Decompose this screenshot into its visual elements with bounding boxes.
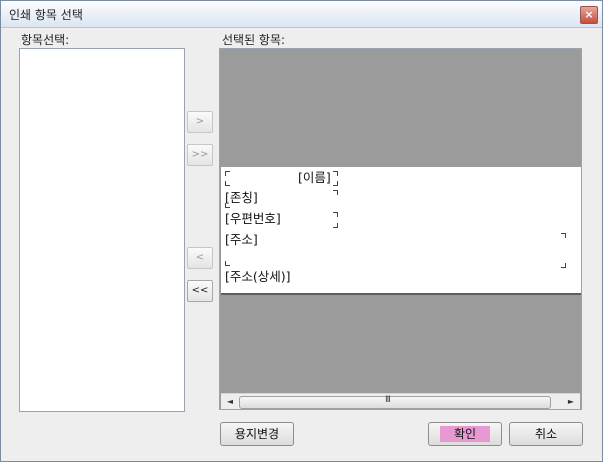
field-corner [225, 171, 230, 176]
print-item-select-dialog: 인쇄 항목 선택 × 항목선택: 선택된 항목: > >> < << [이름] … [0, 0, 603, 462]
window-title: 인쇄 항목 선택 [9, 8, 83, 22]
field-corner [225, 181, 230, 186]
ok-button-label: 확인 [439, 426, 491, 442]
change-paper-button[interactable]: 용지변경 [220, 422, 294, 446]
field-zip[interactable]: [우편번호] [225, 208, 281, 227]
remove-all-items-button[interactable]: << [187, 280, 213, 302]
horizontal-scrollbar[interactable]: ◄ III ► [221, 393, 580, 409]
field-name[interactable]: [이름] [298, 167, 331, 186]
selected-items-preview[interactable]: [이름] [존칭] [우편번호] [주소] [주소(상세)] ◄ III ► [219, 48, 582, 410]
available-items-label: 항목선택: [21, 33, 70, 47]
scroll-thumb[interactable]: III [239, 395, 551, 409]
add-all-items-button[interactable]: >> [187, 144, 213, 166]
remove-item-button[interactable]: < [187, 247, 213, 269]
field-address[interactable]: [주소] [225, 229, 258, 248]
field-corner [561, 263, 566, 268]
title-bar: 인쇄 항목 선택 × [1, 1, 602, 28]
field-corner [333, 212, 338, 217]
field-corner [333, 223, 338, 228]
scroll-grip-icon: III [385, 395, 391, 405]
ok-button[interactable]: 확인 [428, 422, 502, 446]
scroll-left-icon[interactable]: ◄ [223, 396, 237, 408]
field-corner [333, 190, 338, 195]
scroll-right-icon[interactable]: ► [564, 396, 578, 408]
close-button[interactable]: × [580, 6, 598, 24]
available-items-list[interactable] [19, 48, 185, 412]
selected-items-label: 선택된 항목: [222, 33, 286, 47]
add-item-button[interactable]: > [187, 111, 213, 133]
field-corner [561, 233, 566, 238]
label-paper: [이름] [존칭] [우편번호] [주소] [주소(상세)] [221, 167, 581, 293]
field-corner [333, 171, 338, 176]
field-address-detail[interactable]: [주소(상세)] [225, 266, 291, 285]
field-corner [333, 181, 338, 186]
cancel-button[interactable]: 취소 [509, 422, 583, 446]
